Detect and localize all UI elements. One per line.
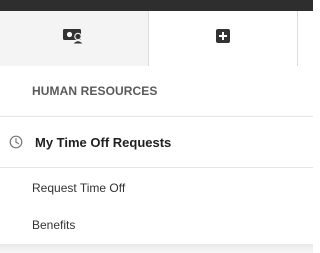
clock-icon — [9, 135, 23, 149]
dropdown-menu: HUMAN RESOURCES My Time Off Requests Req… — [0, 66, 313, 244]
menu-item-current[interactable]: My Time Off Requests — [0, 117, 313, 167]
menu-item-request-time-off[interactable]: Request Time Off — [0, 169, 313, 206]
tab-add[interactable] — [149, 11, 298, 66]
tab-more[interactable] — [298, 11, 313, 66]
menu-item-current-label: My Time Off Requests — [35, 134, 172, 150]
section-title: HUMAN RESOURCES — [32, 84, 158, 98]
icon-tab-bar — [0, 11, 313, 66]
tab-human-resources[interactable] — [0, 11, 149, 66]
plus-square-icon — [216, 29, 230, 48]
panel-bottom-edge — [0, 244, 313, 253]
menu-item-benefits[interactable]: Benefits — [0, 206, 313, 243]
hr-menu-window: HUMAN RESOURCES My Time Off Requests Req… — [0, 0, 313, 253]
divider — [0, 167, 313, 168]
people-card-icon — [63, 28, 85, 49]
top-bar — [0, 0, 313, 11]
